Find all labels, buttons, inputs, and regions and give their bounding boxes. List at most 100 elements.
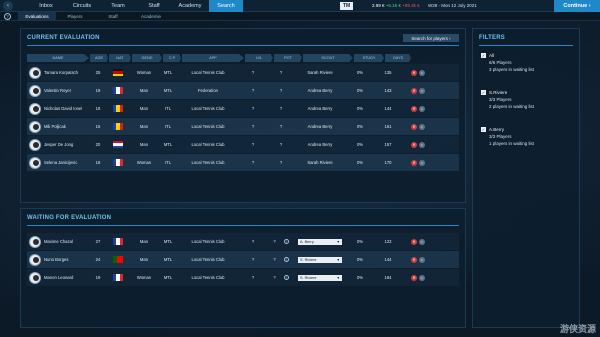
player-name[interactable]: Selena Janicijevic xyxy=(44,160,77,165)
column-header-pot[interactable]: POT xyxy=(274,54,302,62)
more-icon[interactable]: • xyxy=(419,69,425,76)
column-header-app[interactable]: APP xyxy=(182,54,244,62)
info-icon[interactable]: i xyxy=(283,239,289,244)
table-row[interactable]: Manon Leonard 19 Woman MTL Local Tennis Club… xyxy=(27,269,459,286)
nav-tab-team[interactable]: Team xyxy=(101,0,135,12)
table-row[interactable]: Nuno Borges 24 Man MTL Local Tennis Club?? i S… xyxy=(27,251,459,268)
player-name[interactable]: Valentin Royer xyxy=(44,88,71,93)
column-header-days[interactable]: DAYS xyxy=(385,54,411,62)
more-icon[interactable]: • xyxy=(419,256,425,263)
table-row[interactable]: Nicholas David Ionel 18 Man ITL Local Tennis… xyxy=(27,100,459,117)
player-avatar[interactable] xyxy=(29,253,41,266)
nav-tab-search[interactable]: Search xyxy=(209,0,243,12)
cell-days: 144 xyxy=(375,100,401,117)
player-name[interactable]: Maxime Chazal xyxy=(44,239,73,244)
cell-cp: ITL xyxy=(159,154,177,171)
more-icon[interactable]: • xyxy=(419,105,425,112)
column-header-nat[interactable]: NAT xyxy=(109,54,131,62)
remove-icon[interactable]: ✕ xyxy=(411,159,417,166)
remove-icon[interactable]: ✕ xyxy=(411,87,417,94)
cell-lvl: ? xyxy=(239,154,267,171)
table-row[interactable]: Tamara Korpatsch 25 Woman MTL Local Tennis C… xyxy=(27,64,459,81)
continue-button[interactable]: Continue › xyxy=(554,0,600,12)
back-arrow-icon[interactable]: ‹ xyxy=(3,0,13,11)
player-name[interactable]: Jesper De Jong xyxy=(44,142,73,147)
cell-age: 25 xyxy=(89,64,107,81)
remove-icon[interactable]: ✕ xyxy=(411,238,417,245)
more-icon[interactable]: • xyxy=(419,274,425,281)
cell-scout: S. Riviere ▼ xyxy=(295,251,345,268)
player-avatar[interactable] xyxy=(29,84,41,97)
player-avatar[interactable] xyxy=(29,102,41,115)
remove-icon[interactable]: ✕ xyxy=(411,123,417,130)
player-avatar[interactable] xyxy=(29,138,41,151)
column-header-scout[interactable]: SCOUT xyxy=(303,54,353,62)
column-header-gend[interactable]: GEND xyxy=(132,54,162,62)
player-study: 0% xyxy=(356,160,364,165)
column-header-study[interactable]: STUDY xyxy=(354,54,384,62)
player-app: Local Tennis Club xyxy=(191,275,225,280)
scout-dropdown[interactable]: S. Riviere ▼ xyxy=(298,274,342,281)
cell-lvl: ? xyxy=(239,100,267,117)
column-header-cp[interactable]: C.P xyxy=(163,54,181,62)
help-icon[interactable]: ? xyxy=(4,12,11,20)
cell-cp: MTL xyxy=(159,82,177,99)
player-name[interactable]: Mili Poljicak xyxy=(44,124,66,129)
more-icon[interactable]: • xyxy=(419,159,425,166)
player-avatar[interactable] xyxy=(29,120,41,133)
remove-icon[interactable]: ✕ xyxy=(411,69,417,76)
remove-icon[interactable]: ✕ xyxy=(411,141,417,148)
subtab-academie[interactable]: Academie xyxy=(132,12,170,21)
filter-riviere-checkbox[interactable]: ✓ S.Riviere xyxy=(481,90,534,95)
subtab-evaluations[interactable]: Evaluations xyxy=(18,11,56,21)
nav-tab-inbox[interactable]: Inbox xyxy=(29,0,63,12)
table-row[interactable]: Mili Poljicak 16 Man ITL Local Tennis Club??… xyxy=(27,118,459,135)
brand-logo[interactable]: TM xyxy=(340,2,354,10)
flag-icon-fr xyxy=(113,159,123,166)
cell-days: 143 xyxy=(375,82,401,99)
player-avatar[interactable] xyxy=(29,66,41,79)
player-avatar[interactable] xyxy=(29,156,41,169)
table-row[interactable]: Maxime Chazal 27 Man MTL Local Tennis Club??… xyxy=(27,233,459,250)
more-icon[interactable]: • xyxy=(419,87,425,94)
filter-all-checkbox[interactable]: ✓ All xyxy=(481,53,534,58)
scout-dropdown[interactable]: S. Riviere ▼ xyxy=(298,256,342,263)
table-row[interactable]: Valentin Royer 19 Man MTL Federation?? Andrea… xyxy=(27,82,459,99)
player-lvl: ? xyxy=(251,239,255,244)
table-row[interactable]: Selena Janicijevic 18 Woman ITL Local Tennis… xyxy=(27,154,459,171)
nav-tab-staff[interactable]: Staff xyxy=(137,0,171,12)
scout-dropdown[interactable]: A. Berry ▼ xyxy=(298,238,342,245)
player-name[interactable]: Nuno Borges xyxy=(44,257,68,262)
more-icon[interactable]: • xyxy=(419,238,425,245)
subtab-players[interactable]: Players xyxy=(56,12,94,21)
more-icon[interactable]: • xyxy=(419,123,425,130)
more-icon[interactable]: • xyxy=(419,141,425,148)
player-name[interactable]: Nicholas David Ionel xyxy=(44,106,82,111)
cell-gender: Woman xyxy=(129,154,159,171)
player-app: Local Tennis Club xyxy=(191,257,225,262)
subtab-staff[interactable]: Staff xyxy=(94,12,132,21)
cell-gender: Man xyxy=(129,251,159,268)
nav-tab-academy[interactable]: Academy xyxy=(173,0,207,12)
cell-scout: Sarah Riviere xyxy=(295,64,345,81)
player-avatar[interactable] xyxy=(29,271,41,284)
column-header-name[interactable]: NAME xyxy=(27,54,89,62)
watermark-text: 游侠资源 xyxy=(559,324,596,334)
remove-icon[interactable]: ✕ xyxy=(411,105,417,112)
remove-icon[interactable]: ✕ xyxy=(411,274,417,281)
nav-tab-circuits[interactable]: Circuits xyxy=(65,0,99,12)
column-header-lvl[interactable]: LVL xyxy=(245,54,273,62)
player-name[interactable]: Manon Leonard xyxy=(44,275,73,280)
player-study: 0% xyxy=(356,142,364,147)
info-icon[interactable]: i xyxy=(283,275,289,280)
player-avatar[interactable] xyxy=(29,235,41,248)
filter-berry-checkbox[interactable]: ✓ A.Berry xyxy=(481,127,534,132)
info-icon[interactable]: i xyxy=(283,257,289,262)
table-row[interactable]: Jesper De Jong 20 Man MTL Local Tennis Club?… xyxy=(27,136,459,153)
player-name[interactable]: Tamara Korpatsch xyxy=(44,70,78,75)
player-cp: MTL xyxy=(163,70,173,75)
search-players-button[interactable]: Search for players › xyxy=(403,34,459,42)
cell-days: 135 xyxy=(375,64,401,81)
column-header-age[interactable]: AGE xyxy=(90,54,108,62)
remove-icon[interactable]: ✕ xyxy=(411,256,417,263)
